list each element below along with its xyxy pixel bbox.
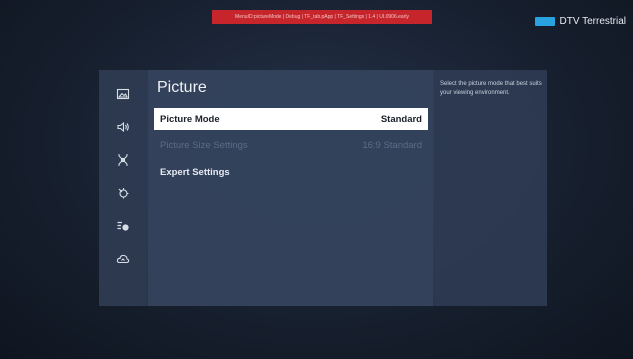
picture-icon [116,88,129,100]
tv-input-icon [534,17,555,26]
expert-settings-item[interactable]: Expert Settings [154,161,428,183]
settings-nav [99,70,146,306]
support-icon [117,221,129,231]
broadcasting-icon [117,154,128,166]
expert-settings-label: Expert Settings [160,166,230,178]
general-icon [118,188,128,199]
picture-size-settings-item: Picture Size Settings 16:9 Standard [154,134,428,156]
page-title: Picture [157,79,207,96]
nav-sound[interactable] [111,115,135,139]
debug-bar: MenuID:pictureMode | Debug | TF_tab.pApp… [212,10,432,24]
picture-mode-value: Standard [380,113,422,125]
picture-size-settings-label: Picture Size Settings [160,139,248,151]
picture-mode-label: Picture Mode [160,113,220,125]
description-text: Select the picture mode that best suits … [440,81,542,96]
nav-broadcasting[interactable] [111,148,135,172]
nav-general[interactable] [111,181,135,205]
description-panel: Select the picture mode that best suits … [435,70,547,306]
nav-support[interactable] [111,214,135,238]
nav-network[interactable] [111,247,135,271]
input-source-indicator: DTV Terrestrial [534,16,627,27]
picture-mode-item[interactable]: Picture Mode Standard [154,108,428,130]
network-icon [116,254,129,264]
picture-size-settings-value: 16:9 Standard [362,139,422,151]
input-source-label: DTV Terrestrial [559,16,627,27]
nav-picture[interactable] [111,82,135,106]
sound-icon [116,121,129,133]
picture-menu: Picture Picture Mode Standard Picture Si… [148,70,433,306]
